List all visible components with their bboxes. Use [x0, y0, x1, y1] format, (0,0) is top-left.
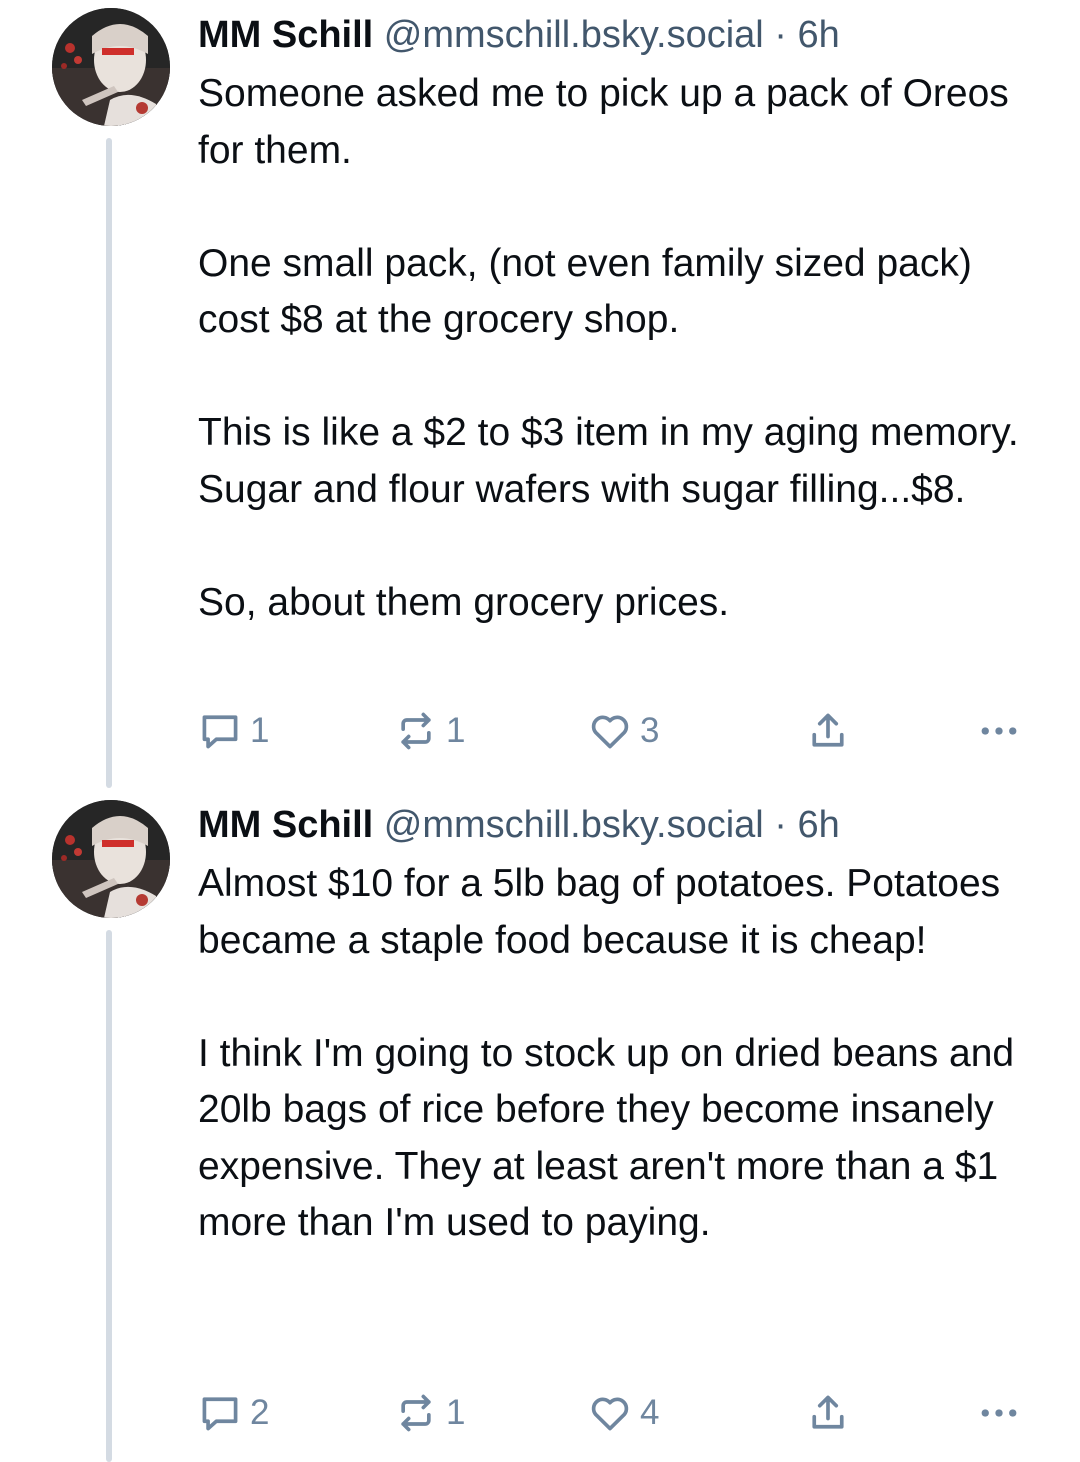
like-button[interactable]: 3 [588, 706, 659, 756]
repost-arrows-icon [401, 712, 431, 750]
avatar-image [52, 8, 170, 126]
thread-line [106, 930, 112, 1462]
post-timestamp[interactable]: 6h [798, 14, 840, 56]
post-1[interactable]: MM Schill @mmschill.bsky.social · 6h Som… [0, 0, 1080, 790]
post-actions: 1 1 3 [198, 706, 1038, 756]
post-timestamp[interactable]: 6h [798, 804, 840, 846]
speech-bubble-icon [202, 715, 238, 749]
post-paragraph: So, about them grocery prices. [198, 580, 730, 624]
share-upload-icon [812, 713, 844, 747]
post-header: MM Schill @mmschill.bsky.social · 6h [198, 800, 1038, 850]
share-upload-icon [812, 1395, 844, 1429]
separator-dot: · [774, 14, 787, 56]
post-paragraph: I think I'm going to stock up on dried b… [198, 1031, 1015, 1245]
heart-icon [591, 715, 629, 749]
post-paragraph: One small pack, (not even family sized p… [198, 241, 972, 342]
post-paragraph: This is like a $2 to $3 item in my aging… [198, 411, 1019, 511]
reply-count: 2 [250, 1393, 270, 1432]
repost-button[interactable]: 1 [394, 1388, 465, 1438]
repost-count: 1 [446, 1393, 466, 1432]
heart-icon [591, 1397, 629, 1431]
more-options-button[interactable] [976, 1388, 1022, 1438]
ellipsis-icon [981, 727, 1017, 735]
avatar[interactable] [52, 800, 170, 918]
thread-line [106, 138, 112, 788]
more-options-button[interactable] [976, 706, 1022, 756]
repost-button[interactable]: 1 [394, 706, 465, 756]
speech-bubble-icon [202, 1397, 238, 1431]
avatar[interactable] [52, 8, 170, 126]
like-button[interactable]: 4 [588, 1388, 659, 1438]
post-text: Someone asked me to pick up a pack of Or… [198, 66, 1038, 631]
post-actions: 2 1 4 [198, 1388, 1038, 1438]
share-button[interactable] [806, 706, 850, 756]
repost-count: 1 [446, 711, 466, 750]
post-2[interactable]: MM Schill @mmschill.bsky.social · 6h Alm… [0, 790, 1080, 1462]
like-count: 3 [640, 711, 660, 750]
reply-button[interactable]: 2 [198, 1388, 269, 1438]
post-paragraph: Someone asked me to pick up a pack of Or… [198, 72, 1009, 172]
author-handle[interactable]: @mmschill.bsky.social [384, 804, 764, 846]
author-name[interactable]: MM Schill [198, 804, 373, 846]
post-text: Almost $10 for a 5lb bag of potatoes. Po… [198, 856, 1038, 1252]
reply-button[interactable]: 1 [198, 706, 269, 756]
like-count: 4 [640, 1393, 660, 1432]
repost-arrows-icon [401, 1394, 431, 1432]
author-handle[interactable]: @mmschill.bsky.social [384, 14, 764, 56]
avatar-image [52, 800, 170, 918]
post-paragraph: Almost $10 for a 5lb bag of potatoes. Po… [198, 862, 1001, 962]
post-header: MM Schill @mmschill.bsky.social · 6h [198, 10, 1038, 60]
separator-dot: · [774, 804, 787, 846]
author-name[interactable]: MM Schill [198, 14, 373, 56]
share-button[interactable] [806, 1388, 850, 1438]
ellipsis-icon [981, 1409, 1017, 1417]
reply-count: 1 [250, 711, 270, 750]
